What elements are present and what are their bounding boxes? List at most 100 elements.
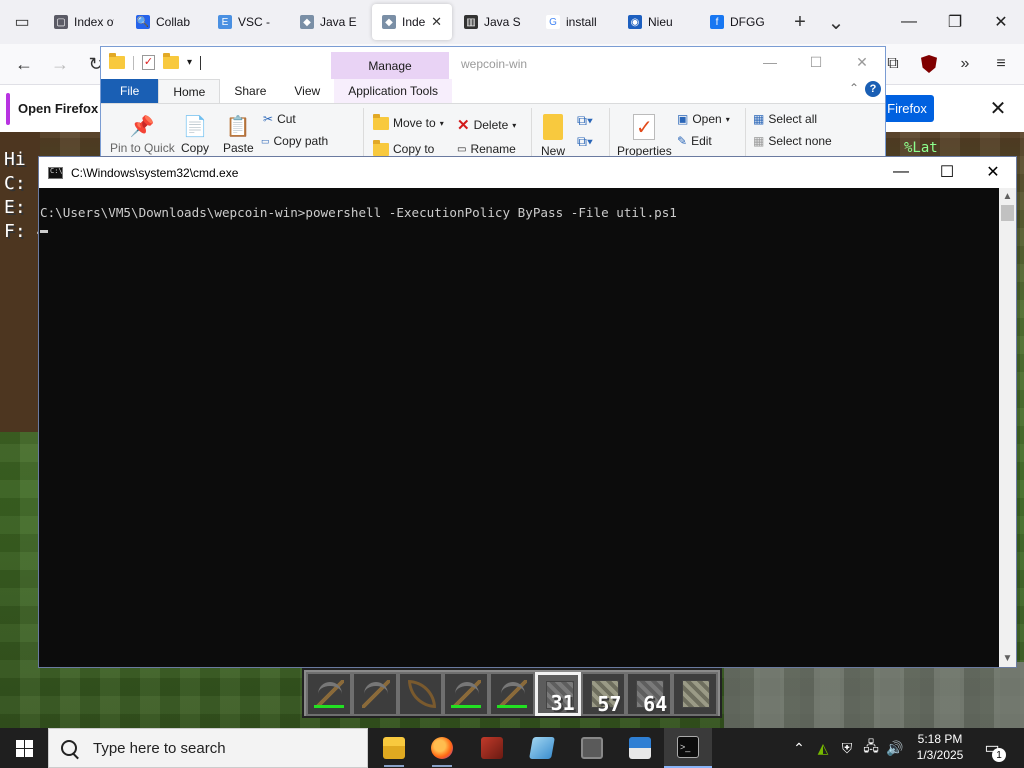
cmd-console[interactable]: C:\Users\VM5\Downloads\wepcoin-win>power… (39, 188, 999, 667)
taskbar-search[interactable]: Type here to search (48, 728, 368, 768)
chevron-down-icon: ▾ (512, 120, 517, 130)
taskbar-firefox[interactable] (418, 728, 466, 768)
menu-icon[interactable]: ≡ (984, 48, 1018, 80)
minimize-icon[interactable]: — (747, 47, 793, 77)
wallet-icon (581, 737, 603, 759)
properties-icon[interactable]: ✓ (142, 55, 155, 70)
select-none-button[interactable]: ▦ Select none (753, 134, 832, 148)
tab-view[interactable]: View (280, 79, 334, 103)
tab-home[interactable]: Home (158, 79, 221, 103)
chevron-down-icon: ▾ (725, 114, 730, 124)
durability-bar (451, 705, 482, 708)
close-icon[interactable]: ✕ (978, 0, 1024, 44)
ublock-icon[interactable] (912, 48, 946, 80)
tab-application-tools[interactable]: Application Tools (334, 79, 453, 103)
browser-tab[interactable]: Ginstall (536, 4, 616, 40)
copy-button[interactable]: 📄 Copy (181, 114, 209, 155)
forward-icon[interactable]: → (42, 48, 78, 80)
notification-button[interactable]: Firefox (880, 95, 934, 122)
chevron-down-icon[interactable]: ▾ (187, 57, 192, 68)
new-tab-icon[interactable]: + (782, 4, 818, 40)
volume-icon[interactable]: 🔊 (884, 728, 906, 768)
security-icon[interactable]: ⛨ (836, 728, 858, 768)
browser-tab[interactable]: ▢ Index of / (44, 4, 124, 40)
cmd-title-bar[interactable]: C:\Windows\system32\cmd.exe — ☐ ✕ (39, 157, 1016, 188)
copy-path-button[interactable]: ▭ Copy path (261, 134, 328, 148)
explorer-window-controls: — ☐ ✕ (747, 47, 885, 77)
browser-tab[interactable]: E VSC - (208, 4, 288, 40)
scroll-thumb[interactable] (1001, 205, 1014, 221)
back-icon[interactable]: ← (6, 48, 42, 80)
copy-to-button[interactable]: Copy to (373, 139, 434, 156)
browser-tab[interactable]: ▥ Java S (454, 4, 534, 40)
browser-tab[interactable]: ◆ Java E (290, 4, 370, 40)
hotbar-slot[interactable] (351, 672, 398, 716)
hotbar-slot[interactable]: 31 (534, 672, 581, 716)
paste-button[interactable]: 📋 Paste (223, 114, 254, 155)
browser-tab[interactable]: 🔍 Collab (126, 4, 206, 40)
taskbar-app-red[interactable] (468, 728, 516, 768)
nvidia-icon[interactable]: ◭ (812, 728, 834, 768)
select-all-button[interactable]: ▦ Select all (753, 112, 817, 126)
taskbar-file-explorer[interactable] (370, 728, 418, 768)
scroll-up-icon[interactable]: ▲ (999, 188, 1016, 205)
new-item-icon: ⧉▾ (577, 112, 593, 128)
open-button[interactable]: ▣ Open ▾ (677, 112, 730, 126)
firefox-tab-bar: ▭ ▢ Index of / 🔍 Collab E VSC - ◆ Java E ◆ Inde ✕ ▥… (0, 0, 1024, 44)
tab-list-icon[interactable]: ▭ (0, 4, 44, 40)
chevron-up-icon[interactable]: ⌃ (788, 728, 810, 768)
hotbar-slot[interactable]: 64 (626, 672, 673, 716)
minimize-icon[interactable]: — (878, 157, 924, 187)
favicon-icon: 🔍 (136, 15, 150, 29)
browser-tab[interactable]: f DFGG (700, 4, 780, 40)
hotbar-slot[interactable] (397, 672, 444, 716)
divider (609, 108, 610, 157)
close-icon[interactable]: ✕ (431, 14, 442, 30)
chevron-up-icon[interactable]: ⌃ (849, 81, 859, 95)
pin-to-quick-button[interactable]: 📌 Pin to Quick (110, 114, 175, 155)
close-icon[interactable]: ✕ (984, 95, 1012, 122)
tab-share[interactable]: Share (220, 79, 280, 103)
hotbar-slot[interactable] (306, 672, 352, 716)
minimize-icon[interactable]: — (886, 0, 932, 44)
taskbar-app-wallet[interactable] (568, 728, 616, 768)
hotbar-slot[interactable]: 57 (580, 672, 627, 716)
maximize-icon[interactable]: ☐ (793, 47, 839, 77)
properties-button[interactable]: ✓ Properties (617, 114, 672, 157)
taskbar-cmd[interactable]: >_ (664, 728, 712, 768)
cmd-scrollbar[interactable]: ▲ ▼ (999, 188, 1016, 667)
new-folder-icon[interactable] (163, 53, 179, 69)
control-panel-icon (629, 737, 651, 759)
close-icon[interactable]: ✕ (970, 157, 1016, 187)
delete-button[interactable]: ✕ Delete ▾ (457, 116, 516, 134)
overflow-icon[interactable]: » (948, 48, 982, 80)
maximize-icon[interactable]: ☐ (924, 157, 970, 187)
hotbar-slot[interactable] (443, 672, 490, 716)
network-icon[interactable]: 🖧 (860, 728, 882, 768)
cut-button[interactable]: ✂ Cut (263, 112, 296, 126)
close-icon[interactable]: ✕ (839, 47, 885, 77)
new-button[interactable]: New (541, 114, 565, 157)
new-item-button[interactable]: ⧉▾ ⧉▾ (577, 112, 593, 150)
maximize-icon[interactable]: ❐ (932, 0, 978, 44)
rename-button[interactable]: ▭ Rename (457, 142, 516, 156)
browser-tab[interactable]: ◆ Inde ✕ (372, 4, 452, 40)
taskbar-app-control[interactable] (616, 728, 664, 768)
taskbar-clock[interactable]: 5:18 PM 1/3/2025 (912, 731, 968, 763)
notification-center[interactable]: ▭ 1 (980, 736, 1006, 762)
help-icon[interactable]: ? (865, 81, 881, 97)
scroll-down-icon[interactable]: ▼ (999, 650, 1016, 667)
tab-file[interactable]: File (101, 79, 159, 103)
cmd-window[interactable]: C:\Windows\system32\cmd.exe — ☐ ✕ C:\Use… (38, 156, 1017, 668)
tab-title: Java E (320, 15, 357, 29)
browser-tab[interactable]: ◉ Nieu (618, 4, 698, 40)
edit-button[interactable]: ✎ Edit (677, 134, 712, 148)
manage-tab[interactable]: Manage (331, 52, 449, 79)
toolbar-icons: ⧉ » ≡ (876, 48, 1018, 80)
move-to-button[interactable]: Move to ▾ (373, 113, 444, 130)
chevron-down-icon[interactable]: ⌄ (818, 4, 854, 40)
taskbar-app-notepad[interactable] (518, 728, 566, 768)
start-button[interactable] (0, 728, 48, 768)
hotbar-slot[interactable] (672, 672, 719, 716)
hotbar-slot[interactable] (489, 672, 535, 716)
